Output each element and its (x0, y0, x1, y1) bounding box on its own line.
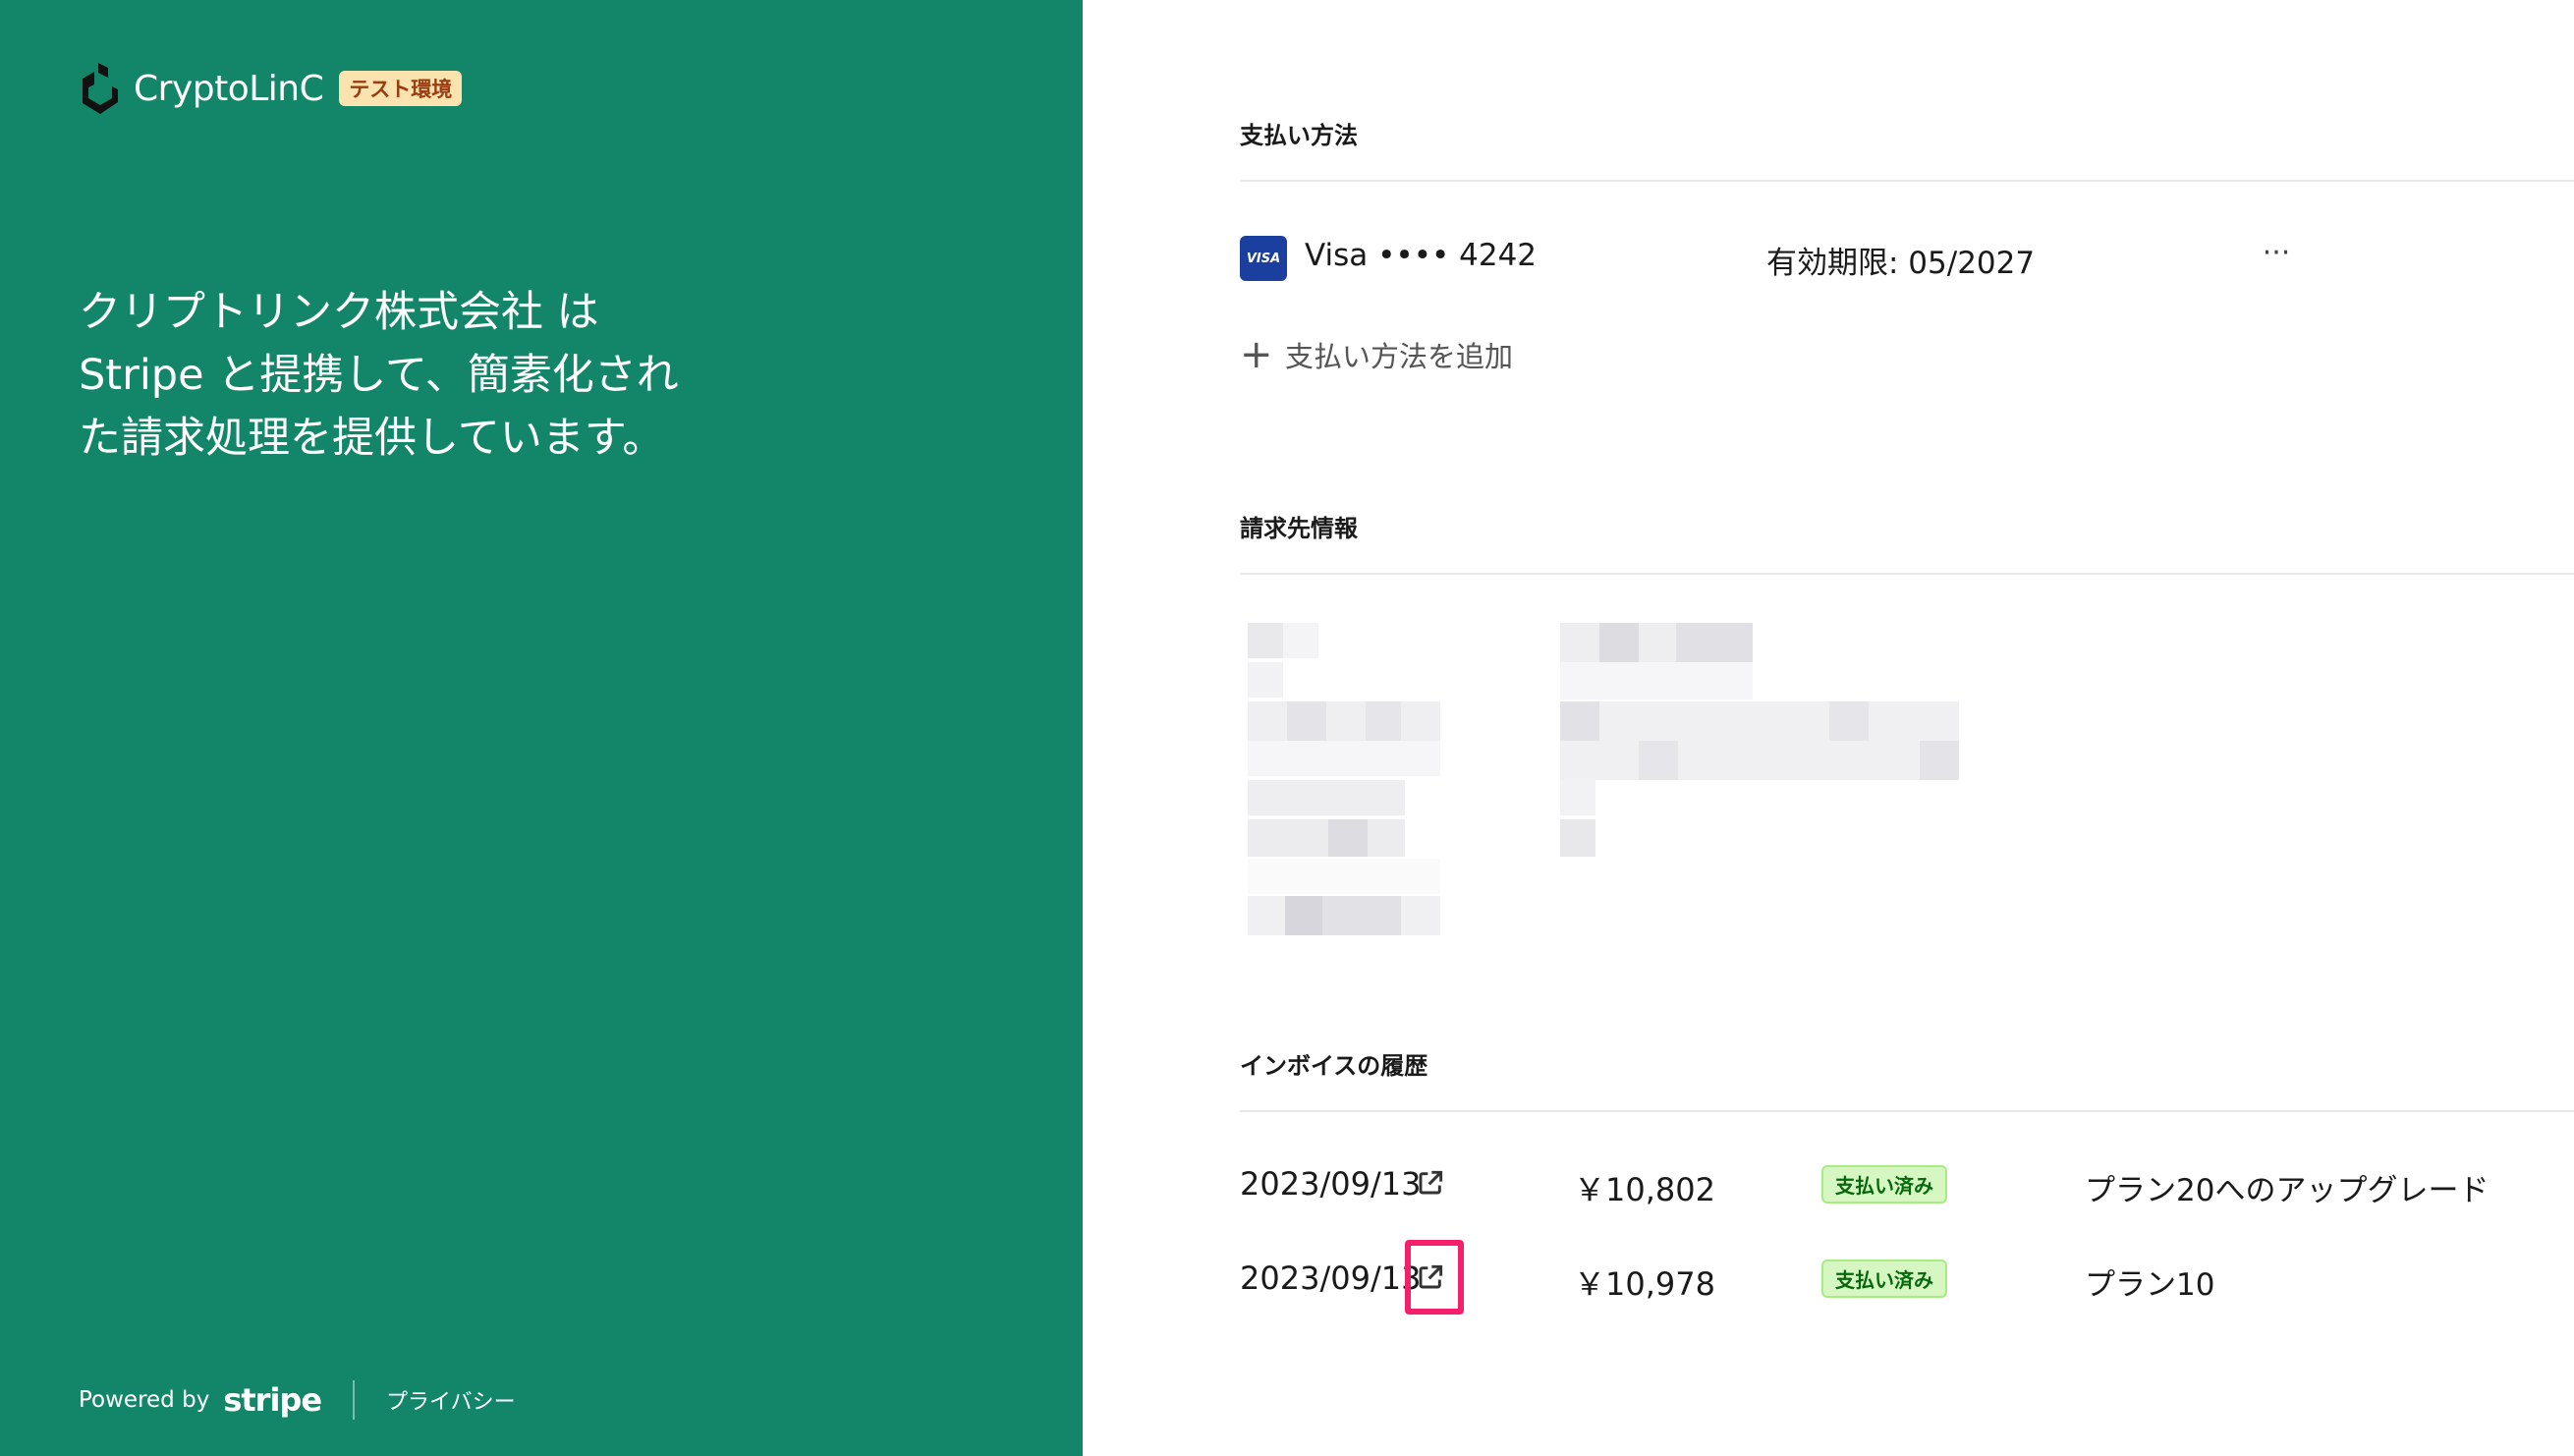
main-content: 支払い方法 VISA Visa •••• 4242 有効期限: 05/2027 … (1083, 0, 2574, 1456)
payment-method-row: VISA Visa •••• 4242 有効期限: 05/2027 ··· (1240, 234, 2468, 283)
test-environment-badge: テスト環境 (339, 71, 463, 106)
footer-divider (353, 1380, 356, 1420)
footer: Powered by stripe プライバシー (79, 1380, 516, 1420)
invoice-description: プラン20へのアップグレード (2085, 1173, 2490, 1208)
status-badge: 支払い済み (1821, 1260, 1947, 1298)
card-expiry: 有効期限: 05/2027 (1766, 246, 2036, 281)
powered-by-label: Powered by (79, 1387, 210, 1413)
left-panel: CryptoLinC テスト環境 クリプトリンク株式会社 は Stripe と提… (0, 0, 1083, 1456)
invoice-amount: ￥10,802 (1574, 1171, 1715, 1208)
invoice-amount: ￥10,978 (1574, 1265, 1715, 1303)
invoice-history-title: インボイスの履歴 (1240, 1052, 1428, 1080)
stripe-logo-link[interactable]: stripe (223, 1381, 322, 1419)
more-icon[interactable]: ··· (2252, 234, 2301, 279)
billing-info-title: 請求先情報 (1240, 515, 1358, 542)
cryptolinc-logo-icon (83, 63, 118, 114)
status-badge: 支払い済み (1821, 1165, 1947, 1204)
add-payment-method-label: 支払い方法を追加 (1285, 340, 1514, 373)
invoice-date: 2023/09/13 (1240, 1165, 1422, 1203)
privacy-link[interactable]: プライバシー (386, 1384, 516, 1416)
plus-icon: + (1240, 332, 1273, 377)
payment-methods-title: 支払い方法 (1240, 122, 1358, 149)
external-link-icon[interactable] (1415, 1167, 1446, 1199)
annotation-highlight-box (1405, 1240, 1464, 1315)
divider (1240, 573, 2574, 575)
card-label: Visa •••• 4242 (1305, 238, 1538, 273)
invoice-description: プラン10 (2085, 1267, 2215, 1303)
invoice-row: 2023/09/13 ￥10,802 支払い済み プラン20へのアップグレード (1240, 1155, 2517, 1214)
invoice-date: 2023/09/13 (1240, 1260, 1422, 1297)
brand: CryptoLinC テスト環境 (79, 63, 463, 114)
brand-name: CryptoLinC (134, 68, 324, 109)
tagline: クリプトリンク株式会社 は Stripe と提携して、簡素化された請求処理を提供… (79, 288, 679, 463)
divider (1240, 1110, 2574, 1112)
add-payment-method-button[interactable]: + 支払い方法を追加 (1240, 334, 1513, 375)
divider (1240, 180, 2574, 182)
visa-card-icon: VISA (1240, 236, 1287, 281)
